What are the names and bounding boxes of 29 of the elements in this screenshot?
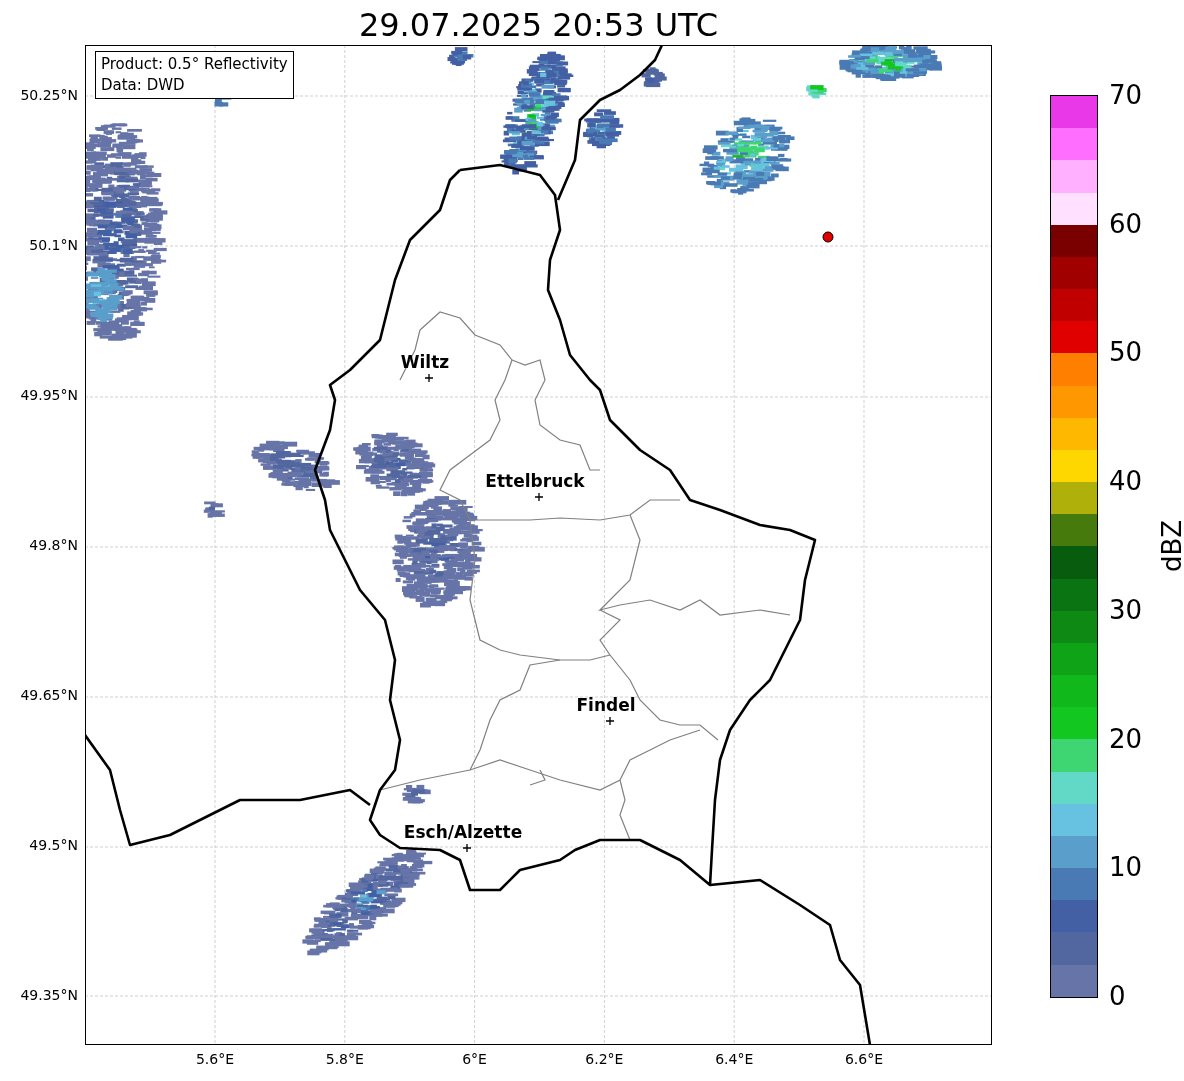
chart-title: 29.07.2025 20:53 UTC	[357, 5, 720, 45]
info-text: Product: 0.5° Reflectivity	[101, 54, 288, 75]
axis-tick-label: 49.5°N	[29, 837, 78, 853]
scale-tick-label: 30	[1108, 594, 1143, 625]
axis-tick-label: 5.6°E	[194, 1051, 236, 1067]
scale-tick-label: 50	[1108, 337, 1143, 368]
scale-tick-label: 10	[1108, 852, 1143, 883]
axis-tick-label: 6°E	[461, 1051, 488, 1067]
city-label: Ettelbruck	[485, 471, 585, 491]
axis-tick-label: 6.6°E	[843, 1051, 885, 1067]
axis-tick-label: 49.8°N	[29, 537, 78, 553]
axis-tick-label: 49.95°N	[20, 387, 78, 403]
scale-tick-label: 60	[1108, 208, 1143, 239]
scale-tick-label: 0	[1108, 981, 1126, 1011]
axis-tick-label: 6.2°E	[584, 1051, 625, 1067]
info-text: Data: DWD	[101, 75, 186, 96]
city-label: Esch/Alzette	[403, 822, 523, 842]
axis-tick-label: 50.1°N	[29, 237, 78, 253]
axis-tick-label: 49.65°N	[20, 687, 78, 703]
scale-tick-label: 40	[1108, 466, 1143, 497]
city-label: Wiltz	[400, 352, 450, 372]
axis-tick-label: 50.25°N	[20, 87, 78, 103]
scale-tick-label: 70	[1108, 80, 1143, 110]
axis-tick-label: 6.4°E	[714, 1051, 755, 1067]
city-label: Findel	[576, 695, 636, 715]
scale-tick-label: 20	[1108, 723, 1143, 754]
colorbar-label: dBZ	[1157, 519, 1184, 572]
axis-tick-label: 49.35°N	[20, 987, 78, 1003]
axis-tick-label: 5.8°E	[324, 1051, 365, 1067]
